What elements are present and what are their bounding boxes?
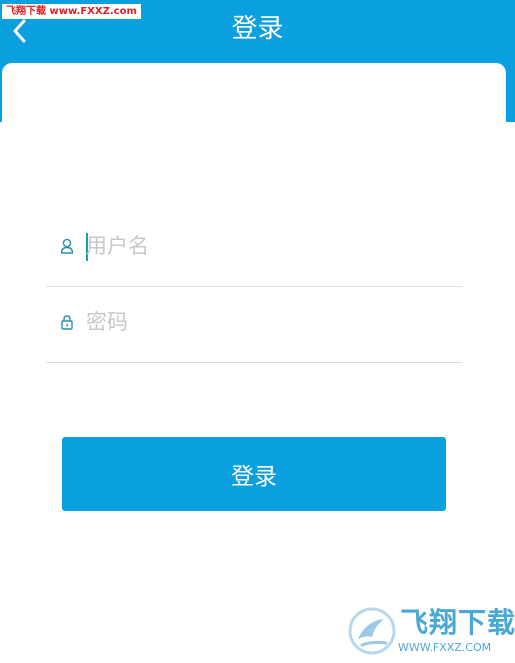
username-input[interactable] [86, 232, 446, 260]
login-button[interactable]: 登录 [62, 437, 446, 511]
watermark-logo: 飞翔下载 WWW.FXXZ.COM [348, 603, 515, 659]
login-card [2, 63, 506, 663]
site-logo-icon [348, 607, 396, 655]
page-title: 登录 [231, 14, 284, 44]
password-input[interactable] [86, 308, 446, 336]
lock-icon [60, 314, 74, 330]
password-field[interactable] [46, 302, 462, 363]
watermark-logo-url: WWW.FXXZ.COM [398, 641, 492, 654]
username-field[interactable] [46, 226, 462, 287]
user-icon [60, 238, 74, 254]
watermark-logo-text: 飞翔下载 [400, 606, 515, 639]
